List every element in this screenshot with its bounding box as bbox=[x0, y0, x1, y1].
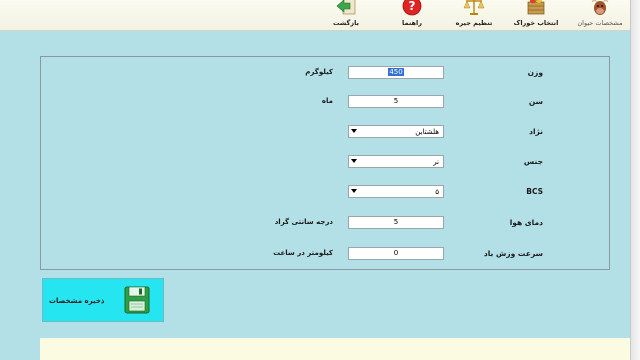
weight-row: 450 کیلوگرم وزن bbox=[41, 66, 609, 82]
help-icon: ? bbox=[402, 0, 422, 16]
help-label: راهنما bbox=[402, 19, 422, 27]
bottom-info-panel bbox=[40, 338, 630, 360]
bcs-value: ۵ bbox=[435, 188, 439, 196]
scale-icon bbox=[463, 0, 485, 15]
window-scrollbar[interactable] bbox=[630, 0, 640, 360]
breed-select[interactable]: هلشتاین bbox=[348, 125, 444, 138]
weight-value: 450 bbox=[388, 68, 404, 76]
chevron-down-icon bbox=[351, 159, 357, 163]
sex-value: نر bbox=[433, 158, 439, 166]
age-label: سن bbox=[528, 97, 543, 106]
breed-row: هلشتاین نژاد bbox=[41, 125, 609, 141]
sex-select[interactable]: نر bbox=[348, 155, 444, 168]
cow-icon bbox=[591, 0, 609, 15]
wind-speed-input[interactable]: 0 bbox=[348, 247, 444, 260]
animal-specs-label: مشخصات حیوان bbox=[577, 19, 623, 27]
adjust-ration-button[interactable]: تنظیم جیره bbox=[442, 0, 506, 31]
weight-input[interactable]: 450 bbox=[348, 66, 444, 79]
age-row: 5 ماه سن bbox=[41, 95, 609, 111]
temperature-row: 5 درجه سانتی گراد دمای هوا bbox=[41, 216, 609, 232]
help-button[interactable]: ? راهنما bbox=[380, 0, 444, 31]
wind-label: سرعت وزش باد bbox=[483, 249, 543, 258]
animal-specs-button[interactable]: مشخصات حیوان bbox=[568, 0, 632, 31]
temperature-input[interactable]: 5 bbox=[348, 216, 444, 229]
temperature-label: دمای هوا bbox=[509, 218, 543, 227]
app-window: مشخصات حیوان انتخاب خوراک تنظیم جیره ? ر… bbox=[0, 0, 640, 360]
wind-row: 0 کیلومتر در ساعت سرعت وزش باد bbox=[41, 247, 609, 263]
save-specs-button[interactable]: ذخیره مشخصات bbox=[42, 278, 164, 322]
bcs-label: BCS bbox=[526, 187, 543, 196]
breed-value: هلشتاین bbox=[415, 128, 439, 136]
temperature-unit: درجه سانتی گراد bbox=[274, 218, 333, 226]
wind-unit: کیلومتر در ساعت bbox=[273, 249, 333, 257]
select-feed-button[interactable]: انتخاب خوراک bbox=[504, 0, 568, 31]
back-label: بازگشت bbox=[333, 19, 359, 27]
floppy-disk-icon bbox=[124, 286, 150, 314]
weight-unit: کیلوگرم bbox=[305, 68, 333, 76]
svg-text:?: ? bbox=[409, 0, 416, 13]
bcs-row: ۵ BCS bbox=[41, 185, 609, 201]
age-unit: ماه bbox=[321, 97, 333, 105]
sex-row: نر جنس bbox=[41, 155, 609, 171]
weight-label: وزن bbox=[527, 68, 543, 77]
back-button[interactable]: بازگشت bbox=[314, 0, 378, 31]
chevron-down-icon bbox=[351, 129, 357, 133]
select-feed-label: انتخاب خوراک bbox=[513, 19, 559, 27]
bcs-select[interactable]: ۵ bbox=[348, 185, 444, 198]
toolbar: مشخصات حیوان انتخاب خوراک تنظیم جیره ? ر… bbox=[0, 0, 630, 31]
save-specs-label: ذخیره مشخصات bbox=[49, 297, 105, 305]
animal-specs-form: 450 کیلوگرم وزن 5 ماه سن هلشتاین نژاد نر… bbox=[40, 56, 610, 270]
chevron-down-icon bbox=[351, 189, 357, 193]
age-input[interactable]: 5 bbox=[348, 95, 444, 108]
adjust-ration-label: تنظیم جیره bbox=[455, 19, 493, 27]
breed-label: نژاد bbox=[529, 127, 543, 136]
back-arrow-icon bbox=[336, 0, 356, 15]
feed-crate-icon bbox=[527, 0, 545, 15]
sex-label: جنس bbox=[523, 157, 543, 166]
